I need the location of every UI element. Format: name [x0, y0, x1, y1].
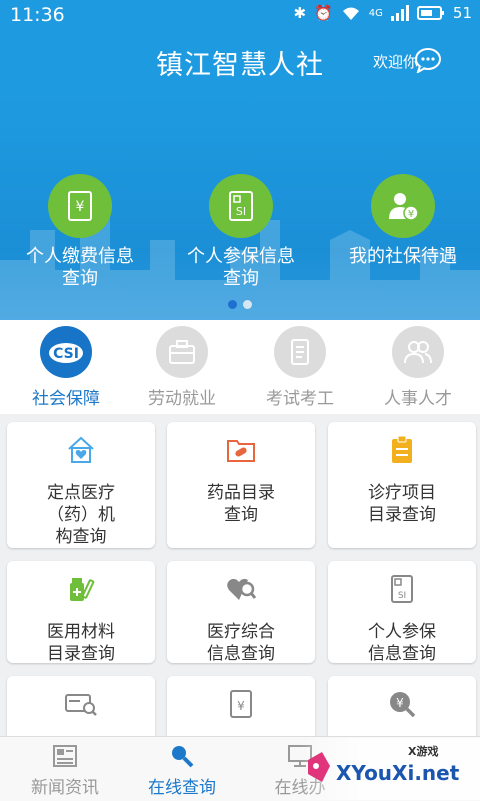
benefit-person-icon: ¥: [371, 174, 435, 238]
medicine-bottle-icon: [63, 571, 99, 607]
search-icon: [169, 743, 195, 769]
card-label: 药品目录 查询: [207, 483, 275, 525]
bluetooth-icon: ✱: [293, 4, 307, 22]
service-card-medical-info[interactable]: 医疗综合 信息查询: [167, 561, 315, 664]
banner-item-payment[interactable]: ¥ 个人缴费信息 查询: [5, 174, 155, 290]
wifi-icon: [342, 7, 359, 20]
pager-dot-active[interactable]: [228, 300, 237, 309]
category-tabs: CSI 社会保障 劳动就业 考试考工 人事人才: [0, 320, 480, 414]
tab-label: 社会保障: [32, 389, 100, 409]
card-search-icon: [63, 686, 99, 722]
service-card-drug-catalog[interactable]: 药品目录 查询: [167, 422, 315, 548]
card-label: 医疗综合 信息查询: [207, 622, 275, 664]
svg-text:CSI: CSI: [53, 346, 79, 362]
tab-personnel[interactable]: 人事人才: [358, 320, 478, 409]
yen-search-icon: ¥: [384, 686, 420, 722]
pill-folder-icon: [223, 432, 259, 468]
card-label: 个人参保 信息查询: [368, 622, 436, 664]
welcome-text[interactable]: 欢迎你: [373, 51, 418, 72]
tab-exams[interactable]: 考试考工: [240, 320, 360, 409]
card-label: 诊疗项目 目录查询: [368, 483, 436, 525]
heart-search-icon: [223, 571, 259, 607]
card-label: 定点医疗 （药）机 构查询: [47, 483, 115, 547]
svg-text:SI: SI: [398, 591, 406, 601]
svg-text:¥: ¥: [76, 199, 85, 215]
insurance-si-icon: SI: [209, 174, 273, 238]
svg-text:X游戏: X游戏: [408, 744, 438, 758]
service-card-medical-materials[interactable]: 医用材料 目录查询: [7, 561, 155, 664]
nav-online-query[interactable]: 在线查询: [122, 737, 242, 798]
banner-item-insurance[interactable]: SI 个人参保信息 查询: [166, 174, 316, 290]
status-time: 11:36: [10, 4, 65, 26]
medical-house-icon: [63, 432, 99, 468]
alarm-icon: ⏰: [314, 4, 333, 22]
social-security-logo-icon: CSI: [40, 326, 92, 378]
tab-label: 人事人才: [384, 389, 452, 409]
banner-label: 个人参保信息 查询: [187, 246, 295, 289]
yen-document-icon: ¥: [223, 686, 259, 722]
banner-item-benefit[interactable]: ¥ 我的社保待遇: [328, 174, 478, 268]
card-label: 医用材料 目录查询: [47, 622, 115, 664]
banner-label: 个人缴费信息 查询: [26, 246, 134, 289]
svg-text:¥: ¥: [237, 699, 245, 713]
status-icons: ✱ ⏰ 4G 51: [294, 4, 472, 22]
svg-text:¥: ¥: [408, 209, 414, 220]
battery-icon: [416, 6, 444, 20]
service-card-personal-insurance[interactable]: SI 个人参保 信息查询: [328, 561, 476, 664]
svg-text:XYouXi.net: XYouXi.net: [336, 761, 460, 785]
pager-dot[interactable]: [243, 300, 252, 309]
network-label: 4G: [368, 7, 383, 19]
carousel-pager[interactable]: [228, 300, 252, 309]
tab-employment[interactable]: 劳动就业: [122, 320, 242, 409]
nav-label: 新闻资讯: [31, 778, 99, 798]
chat-bubble-icon[interactable]: [414, 47, 442, 73]
battery-level: 51: [452, 4, 472, 22]
app-header: 镇江智慧人社 欢迎你: [0, 30, 480, 94]
status-bar: 11:36 ✱ ⏰ 4G 51: [0, 0, 480, 30]
tab-social-security[interactable]: CSI 社会保障: [6, 320, 126, 409]
briefcase-icon: [156, 326, 208, 378]
banner-label: 我的社保待遇: [349, 246, 457, 267]
xyouxi-watermark-logo: X游戏 XYouXi.net: [300, 738, 480, 800]
signal-icon: [390, 5, 409, 21]
nav-news[interactable]: 新闻资讯: [5, 737, 125, 798]
svg-text:SI: SI: [236, 205, 246, 218]
payment-info-icon: ¥: [48, 174, 112, 238]
scroll-icon: [274, 326, 326, 378]
service-card-medical-institutions[interactable]: 定点医疗 （药）机 构查询: [7, 422, 155, 548]
people-icon: [392, 326, 444, 378]
nav-label: 在线查询: [148, 778, 216, 798]
tab-label: 劳动就业: [148, 389, 216, 409]
si-document-icon: SI: [384, 571, 420, 607]
newspaper-icon: [52, 743, 78, 769]
service-card-treatment-items[interactable]: 诊疗项目 目录查询: [328, 422, 476, 548]
banner-carousel[interactable]: ¥ 个人缴费信息 查询 SI 个人参保信息 查询 ¥ 我的社保待遇: [0, 94, 480, 320]
tab-label: 考试考工: [266, 389, 334, 409]
svg-text:¥: ¥: [396, 696, 404, 710]
clipboard-icon: [384, 432, 420, 468]
